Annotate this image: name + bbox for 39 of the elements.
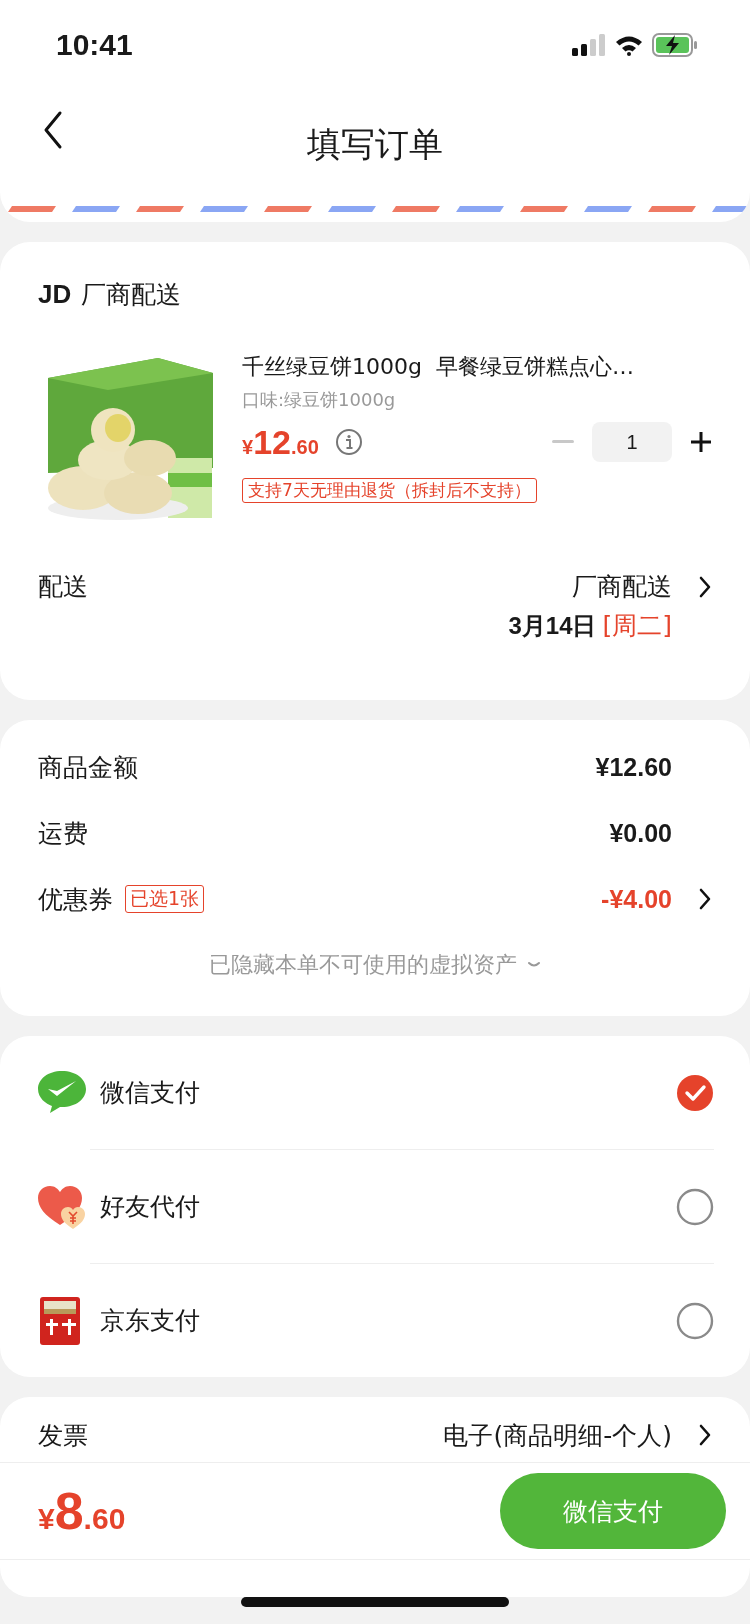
delivery-method[interactable]: 厂商配送 [572,570,672,603]
chevron-down-icon[interactable] [527,961,541,969]
radio-checked[interactable] [676,1073,714,1112]
payment-method-label[interactable]: 好友代付 [100,1190,676,1223]
delivery-date: 3月14日 [508,610,597,641]
store-name: 厂商配送 [81,278,182,311]
payment-method-label[interactable]: 京东支付 [100,1304,676,1337]
delivery-weekday: [周二] [602,610,672,642]
product-price: ¥12.60 [242,422,319,462]
chevron-right-icon[interactable] [698,1423,712,1447]
summary-value: -¥4.00 [601,884,672,914]
battery-charging-icon [652,33,698,57]
chevron-right-icon[interactable] [698,887,712,911]
product-title: 千丝绿豆饼1000g 早餐绿豆饼糕点心… [242,353,634,381]
info-icon[interactable] [334,428,363,456]
radio-unchecked[interactable] [676,1187,714,1226]
invoice-label: 发票 [38,1419,88,1452]
summary-label: 优惠券 [38,883,113,916]
coupon-count-tag: 已选1张 [125,885,205,913]
summary-label: 商品金额 [38,751,138,784]
store-logo: JD [38,278,72,310]
radio-unchecked[interactable] [676,1301,714,1340]
wifi-icon [614,34,644,56]
plus-icon[interactable] [690,431,712,453]
return-policy-tag: 支持7天无理由退货（拆封后不支持） [242,478,537,503]
summary-value: ¥0.00 [609,818,672,848]
quantity-field[interactable]: 1 [592,422,672,462]
summary-value: ¥12.60 [595,752,672,782]
invoice-value[interactable]: 电子(商品明细-个人) [443,1418,672,1452]
page-title: 填写订单 [307,123,443,166]
status-time: 10:41 [56,28,133,62]
chevron-right-icon[interactable] [698,574,712,599]
delivery-label: 配送 [38,571,88,603]
total-price: ¥8.60 [38,1481,126,1541]
summary-label: 运费 [38,817,88,850]
signal-icon [572,34,606,56]
payment-method-label[interactable]: 微信支付 [100,1076,676,1109]
product-spec: 口味:绿豆饼1000g [242,388,396,412]
back-icon[interactable] [42,110,64,150]
